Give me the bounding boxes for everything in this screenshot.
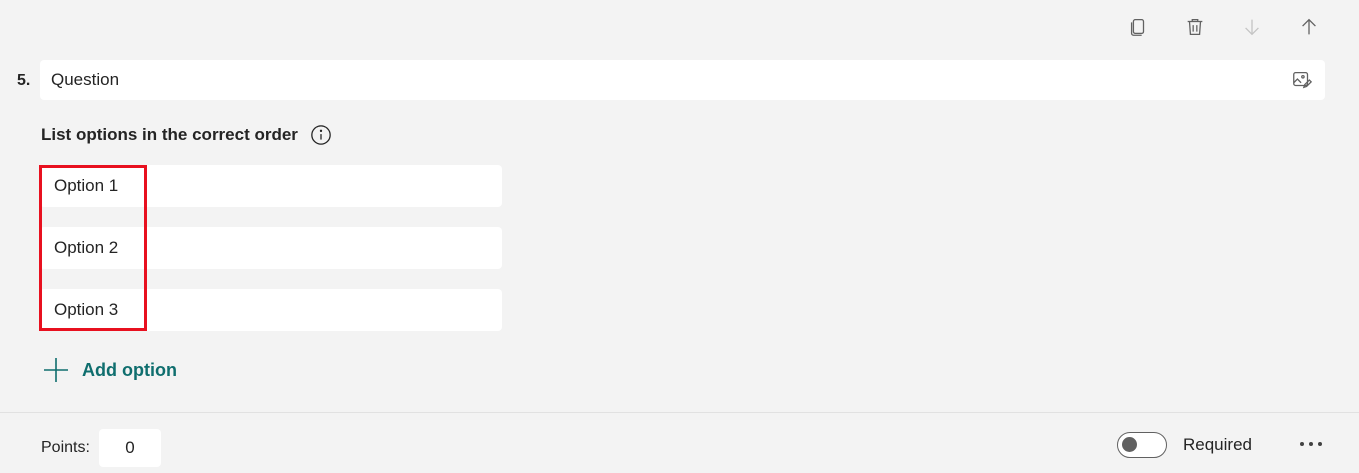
ordering-instruction: List options in the correct order — [41, 124, 332, 146]
required-toggle[interactable]: Required — [1117, 432, 1252, 458]
arrow-down-icon — [1245, 19, 1259, 36]
points-section: Points: 0 — [41, 429, 161, 467]
option-label: Option 2 — [54, 238, 119, 257]
instruction-text: List options in the correct order — [41, 125, 298, 144]
trash-icon — [1187, 19, 1203, 35]
move-down-button[interactable] — [1234, 10, 1270, 44]
option-field[interactable]: Option 1 — [40, 165, 502, 207]
option-label: Option 1 — [54, 176, 119, 195]
required-label: Required — [1183, 435, 1252, 454]
question-title[interactable]: Question — [51, 70, 1289, 90]
add-option-label: Add option — [82, 359, 177, 380]
plus-icon — [44, 358, 68, 382]
more-icon — [1300, 442, 1322, 446]
info-button[interactable] — [310, 124, 332, 146]
copy-button[interactable] — [1120, 10, 1156, 44]
toggle-knob — [1122, 437, 1137, 452]
info-icon — [311, 125, 331, 145]
option-field[interactable]: Option 3 — [40, 289, 502, 331]
image-edit-icon — [1293, 72, 1313, 89]
copy-icon — [1130, 19, 1145, 36]
arrow-up-icon — [1302, 18, 1316, 35]
points-label: Points: — [41, 439, 90, 456]
options-list: Option 1 Option 2 Option 3 — [40, 165, 502, 351]
question-title-field[interactable]: Question — [40, 60, 1325, 100]
move-up-button[interactable] — [1291, 10, 1327, 44]
option-label: Option 3 — [54, 300, 119, 319]
insert-media-button[interactable] — [1289, 67, 1315, 93]
question-toolbar — [1120, 10, 1327, 44]
add-option-button[interactable]: Add option — [42, 356, 177, 384]
toggle-switch[interactable] — [1117, 432, 1167, 458]
points-input[interactable]: 0 — [98, 429, 161, 467]
more-options-button[interactable] — [1297, 432, 1325, 456]
delete-button[interactable] — [1177, 10, 1213, 44]
option-field[interactable]: Option 2 — [40, 227, 502, 269]
footer-divider — [0, 412, 1359, 413]
question-number: 5. — [17, 72, 31, 89]
